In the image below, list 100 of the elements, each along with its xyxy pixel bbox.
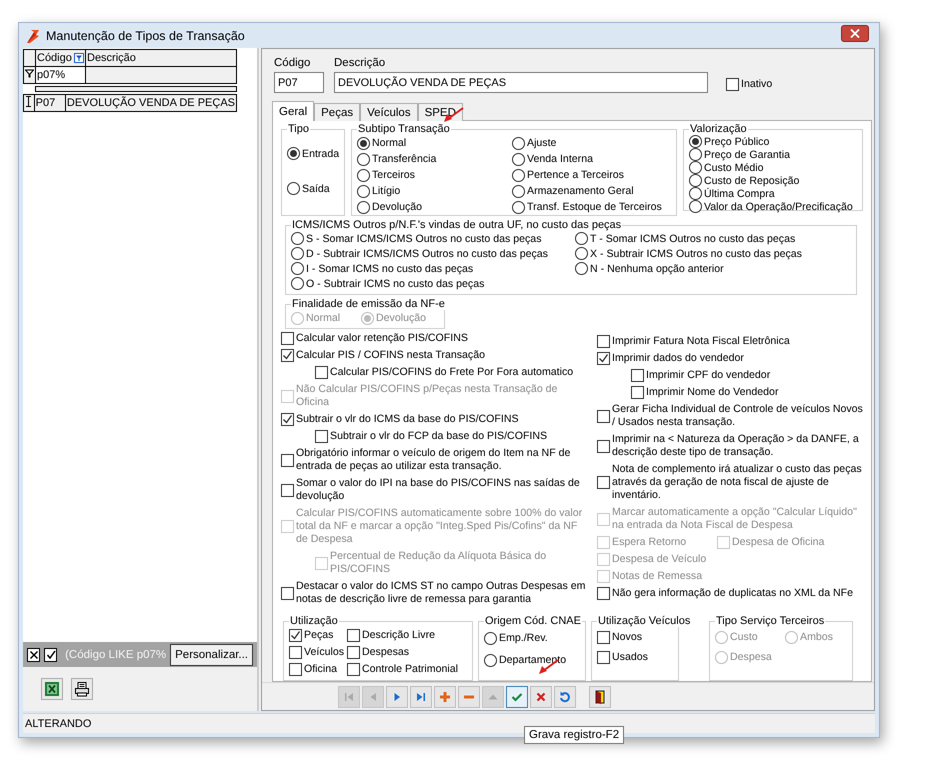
checkbox-option[interactable]: Imprimir na < Natureza da Operação > da DANFE, a descrição deste tipo de transação. bbox=[597, 433, 865, 459]
field-label: Código bbox=[274, 57, 312, 69]
checkbox-option[interactable]: Calcular PIS/COFINS do Frete Por Fora automatico bbox=[315, 366, 589, 379]
column-header[interactable]: Descrição bbox=[86, 50, 236, 66]
radio-option[interactable]: Preço Público bbox=[689, 135, 858, 148]
customize-button[interactable]: Personalizar... bbox=[170, 644, 253, 666]
checkbox-option[interactable]: Nota de complemento irá atualizar o custo das peças através da geração de nota fiscal de ajuste de inventário. bbox=[597, 463, 865, 502]
clear-filter-button[interactable] bbox=[27, 648, 40, 662]
filter-text: (Código LIKE p07% bbox=[65, 648, 166, 660]
tab[interactable]: Geral bbox=[272, 101, 314, 121]
radio-option[interactable]: Emp./Rev. bbox=[484, 627, 581, 649]
checkbox-option[interactable]: Gerar Ficha Individual de Controle de veículos Novos / Usados nesta transação. bbox=[597, 403, 865, 429]
add-button[interactable] bbox=[434, 686, 456, 708]
excel-button[interactable] bbox=[41, 678, 63, 700]
radio-option[interactable]: Transf. Estoque de Terceiros bbox=[512, 199, 672, 215]
refresh-icon bbox=[558, 690, 572, 704]
checkbox-option[interactable]: Imprimir Fatura Nota Fiscal Eletrônica bbox=[597, 335, 865, 348]
tab[interactable]: Veículos bbox=[360, 103, 418, 121]
checkbox-option[interactable]: Despesas bbox=[347, 644, 468, 661]
checkbox-option[interactable]: Subtrair o vlr do FCP da base do PIS/COFINS bbox=[315, 430, 589, 443]
radio-option[interactable]: S - Somar ICMS/ICMS Outros no custo das peças bbox=[291, 231, 575, 246]
checkbox-option[interactable]: Calcular PIS / COFINS nesta Transação bbox=[281, 349, 589, 362]
save-button[interactable] bbox=[506, 686, 528, 708]
cancel-button[interactable] bbox=[530, 686, 552, 708]
checkbox-option[interactable]: Usados bbox=[597, 647, 674, 667]
radio-option[interactable]: Ajuste bbox=[512, 135, 672, 151]
radio-option[interactable]: Normal bbox=[357, 135, 512, 151]
code-field[interactable]: P07 bbox=[274, 72, 324, 93]
filter-cell[interactable]: p07% bbox=[36, 66, 86, 84]
radio-option[interactable]: X - Subtrair ICMS Outros no custo das peças bbox=[575, 246, 852, 261]
radio-option[interactable]: Transferência bbox=[357, 151, 512, 167]
radio-option[interactable]: Custo Médio bbox=[689, 161, 858, 174]
checkbox-option[interactable]: Novos bbox=[597, 627, 674, 647]
column-title: Código bbox=[37, 52, 72, 64]
checkbox-option[interactable]: Controle Patrimonial bbox=[347, 661, 468, 678]
checkbox-option[interactable]: Não gera informação de duplicatas no XML da NFe bbox=[597, 587, 865, 600]
radio-option[interactable]: Última Compra bbox=[689, 187, 858, 200]
group-title: Subtipo Transação bbox=[357, 123, 451, 135]
tab[interactable]: Peças bbox=[314, 103, 360, 121]
radio-option[interactable]: Saída bbox=[287, 182, 340, 195]
radio-option[interactable]: Pertence a Terceiros bbox=[512, 167, 672, 183]
print-button[interactable] bbox=[71, 678, 93, 700]
close-icon bbox=[534, 690, 548, 704]
checkbox-option[interactable]: Veículos bbox=[289, 644, 347, 661]
group-title: Origem Cód. CNAE bbox=[484, 615, 582, 627]
window-title: Manutenção de Tipos de Transação bbox=[46, 28, 245, 42]
group-title: Valorização bbox=[689, 123, 748, 135]
checkbox-option[interactable]: Oficina bbox=[289, 661, 347, 678]
door-icon bbox=[593, 690, 607, 704]
checkbox-option[interactable]: Peças bbox=[289, 627, 347, 644]
close-button[interactable] bbox=[841, 25, 869, 42]
group-title: Tipo Serviço Terceiros bbox=[715, 615, 826, 627]
close-icon bbox=[28, 650, 39, 660]
exit-button[interactable] bbox=[589, 686, 611, 708]
filter-cell[interactable] bbox=[86, 66, 236, 84]
radio-option[interactable]: D - Subtrair ICMS/ICMS Outros no custo das peças bbox=[291, 246, 575, 261]
plus-icon bbox=[438, 690, 452, 704]
app-logo-icon bbox=[25, 28, 41, 44]
radio-option[interactable]: Valor da Operação/Precificação bbox=[689, 200, 858, 213]
radio-option[interactable]: Litígio bbox=[357, 183, 512, 199]
checkbox-option[interactable]: Calcular valor retenção PIS/COFINS bbox=[281, 332, 589, 345]
checkbox-option[interactable]: Obrigatório informar o veículo de origem do Item na NF de entrada de peças ao utilizar esta transação. bbox=[281, 447, 589, 473]
checkbox-option[interactable]: Imprimir CPF do vendedor bbox=[631, 369, 865, 382]
radio-option[interactable]: O - Subtrair ICMS no custo das peças bbox=[291, 276, 575, 291]
radio-option[interactable]: T - Somar ICMS Outros no custo das peças bbox=[575, 231, 852, 246]
radio-option[interactable]: Terceiros bbox=[357, 167, 512, 183]
last-button[interactable] bbox=[410, 686, 432, 708]
radio-option[interactable]: Armazenamento Geral bbox=[512, 183, 672, 199]
filter-icon[interactable] bbox=[74, 53, 84, 63]
group-title: Finalidade de emissão da NF-e bbox=[291, 298, 446, 310]
checkbox-option[interactable]: Imprimir dados do vendedor bbox=[597, 352, 865, 365]
radio-option[interactable]: Entrada bbox=[287, 147, 340, 160]
column-header[interactable]: Código bbox=[36, 50, 86, 66]
group-title: Utilização Veículos bbox=[597, 615, 692, 627]
printer-icon bbox=[74, 681, 90, 697]
checkmark-icon bbox=[598, 353, 609, 364]
radio-option[interactable]: N - Nenhuma opção anterior bbox=[575, 261, 852, 276]
description-field[interactable]: DEVOLUÇÃO VENDA DE PEÇAS bbox=[334, 72, 708, 93]
refresh-button[interactable] bbox=[554, 686, 576, 708]
close-icon bbox=[850, 29, 860, 38]
tab[interactable]: SPED bbox=[418, 103, 463, 121]
group-title: ICMS/ICMS Outros p/N.F.'s vindas de outra UF, no custo das peças bbox=[291, 219, 622, 231]
radio-option[interactable]: I - Somar ICMS no custo das peças bbox=[291, 261, 575, 276]
radio-option[interactable]: Departamento bbox=[484, 649, 581, 671]
checkbox-option[interactable]: Destacar o valor do ICMS ST no campo Outras Despesas em notas de descrição livre de remessa para garantia bbox=[281, 580, 589, 606]
apply-filter-button[interactable] bbox=[44, 648, 58, 662]
delete-button[interactable] bbox=[458, 686, 480, 708]
checkbox-option[interactable]: Subtrair o vlr do ICMS da base do PIS/COFINS bbox=[281, 413, 589, 426]
radio-option[interactable]: Devolução bbox=[357, 199, 512, 215]
checkbox-option[interactable]: Descrição Livre bbox=[347, 627, 468, 644]
checkmark-icon bbox=[282, 414, 293, 425]
radio-option[interactable]: Preço de Garantia bbox=[689, 148, 858, 161]
checkmark-icon bbox=[46, 650, 56, 660]
checkbox-option[interactable]: Somar o valor do IPI na base do PIS/COFINS nas saídas de devolução bbox=[281, 477, 589, 503]
table-cell: DEVOLUÇÃO VENDA DE PEÇAS bbox=[65, 94, 236, 112]
radio-option[interactable]: Venda Interna bbox=[512, 151, 672, 167]
radio-option[interactable]: Custo de Reposição bbox=[689, 174, 858, 187]
next-button[interactable] bbox=[386, 686, 408, 708]
checkbox-option[interactable]: Imprimir Nome do Vendedor bbox=[631, 386, 865, 399]
checkbox-option[interactable]: Inativo bbox=[726, 78, 772, 91]
